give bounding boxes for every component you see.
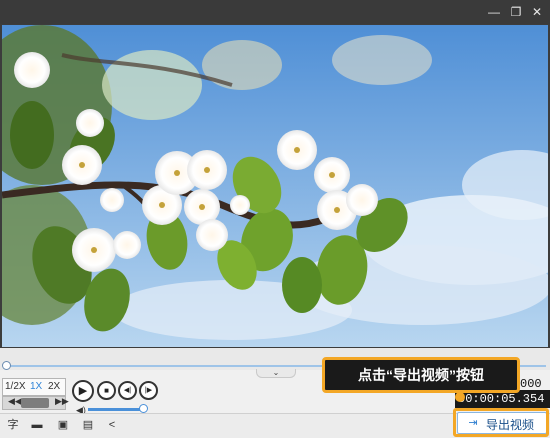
speed-half-option[interactable]: 1/2X bbox=[5, 381, 26, 392]
frame-forward-icon[interactable]: ▶▶ bbox=[55, 396, 69, 407]
total-time-readout: 000 bbox=[520, 377, 542, 391]
next-frame-button[interactable]: |▶ bbox=[139, 381, 158, 400]
save-as-icon[interactable]: ▤ bbox=[81, 418, 95, 432]
subtitle-icon[interactable]: 字 bbox=[6, 418, 20, 432]
title-bar: — ❐ ✕ bbox=[0, 0, 550, 24]
stop-button[interactable]: ■ bbox=[97, 381, 116, 400]
volume-handle[interactable] bbox=[139, 404, 148, 413]
export-button-highlight bbox=[453, 408, 549, 437]
play-button[interactable]: ▶ bbox=[72, 380, 94, 402]
folder-icon[interactable]: ▬ bbox=[30, 418, 44, 432]
save-icon[interactable]: ▣ bbox=[56, 418, 70, 432]
callout-pointer-dot bbox=[455, 392, 465, 402]
tutorial-callout: 点击“导出视频”按钮 bbox=[322, 357, 520, 393]
current-time-readout: 00:00:05.354 bbox=[458, 392, 545, 406]
previous-frame-button[interactable]: ◀| bbox=[118, 381, 137, 400]
speed-1x-option[interactable]: 1X bbox=[30, 381, 42, 392]
speed-2x-option[interactable]: 2X bbox=[48, 381, 60, 392]
seek-handle[interactable] bbox=[2, 361, 11, 370]
minimize-icon[interactable]: — bbox=[486, 4, 502, 20]
frame-step-slider: ◀◀ ▶▶ bbox=[2, 396, 69, 410]
frame-back-icon[interactable]: ◀◀ bbox=[8, 396, 22, 407]
video-frame-image bbox=[2, 25, 548, 347]
volume-slider[interactable] bbox=[88, 408, 144, 411]
collapse-panel-toggle[interactable]: ⌄ bbox=[256, 369, 296, 378]
video-preview[interactable] bbox=[2, 25, 548, 347]
callout-text: 点击“导出视频”按钮 bbox=[358, 367, 484, 383]
restore-icon[interactable]: ❐ bbox=[508, 4, 524, 20]
video-editor-window: — ❐ ✕ ⌄ 1/2X 1X 2X ◀◀ ▶▶ ▶ ■ ◀| |▶ ◀) 00… bbox=[0, 0, 550, 438]
close-icon[interactable]: ✕ bbox=[529, 4, 545, 20]
share-icon[interactable]: < bbox=[105, 418, 119, 432]
frame-slider-thumb[interactable] bbox=[21, 398, 49, 408]
speed-selector: 1/2X 1X 2X bbox=[2, 378, 66, 396]
